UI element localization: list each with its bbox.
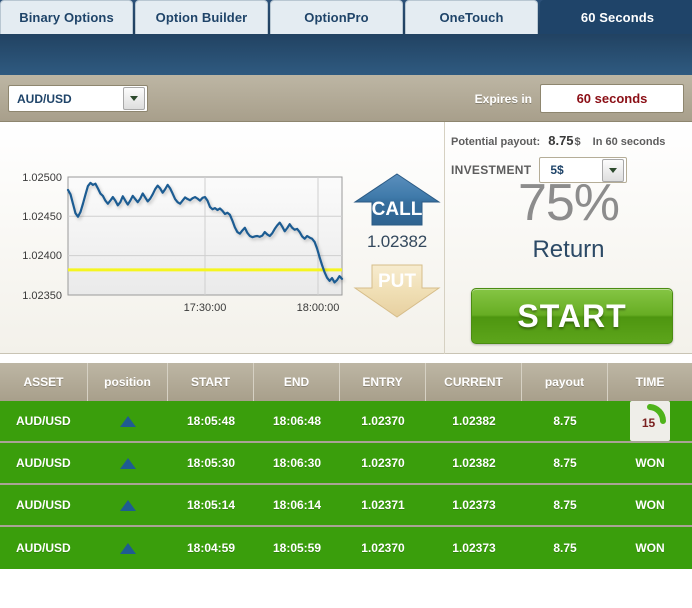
return-percent: 75%: [517, 174, 620, 232]
potential-payout-label: Potential payout:: [451, 136, 541, 148]
table-header-asset: ASSET: [0, 363, 88, 401]
cell-payout: 8.75: [553, 414, 577, 428]
cell-position: [88, 527, 168, 569]
cell-start-time: 18:05:48: [186, 414, 236, 428]
asset-dropdown-button[interactable]: [123, 87, 145, 110]
cell-asset: AUD/USD: [16, 414, 71, 428]
cell-payout: 8.75: [553, 456, 577, 470]
asset-select-value: AUD/USD: [17, 91, 72, 106]
cell-entry-price: 1.02371: [361, 498, 405, 512]
cell-end-time: 18:05:59: [272, 541, 322, 555]
call-button[interactable]: CALL: [352, 172, 442, 228]
cell-current-price: 1.02373: [452, 498, 496, 512]
chevron-down-icon: [609, 167, 618, 173]
current-price: 1.02382: [366, 232, 428, 251]
chart-ytick-label: 1.02500: [22, 172, 62, 184]
cell-position: [88, 443, 168, 483]
table-header-entry: ENTRY: [340, 363, 426, 401]
tab-bar: Binary Options Option Builder OptionPro …: [0, 0, 692, 75]
cell-time: 15: [608, 401, 692, 441]
main-panel: 1.02500 1.02450 1.02400 1.02350 17:30:00…: [0, 122, 692, 354]
cell-end-time: 18:06:14: [272, 498, 322, 512]
chart-xtick-label: 18:00:00: [297, 302, 340, 314]
potential-payout-value: 8.75: [548, 133, 574, 148]
cell-current-price: 1.02382: [452, 414, 496, 428]
cell-end-time: 18:06:30: [272, 456, 322, 470]
table-row[interactable]: AUD/USD 18:05:30 18:06:30 1.02370 1.02382 8.7…: [0, 443, 692, 485]
trading-platform-window: Binary Options Option Builder OptionPro …: [0, 0, 692, 608]
tab-60-seconds[interactable]: 60 Seconds: [540, 0, 692, 34]
asset-select[interactable]: AUD/USD: [8, 85, 148, 112]
expires-in-value[interactable]: 60 seconds: [540, 84, 684, 113]
tab-optionpro[interactable]: OptionPro: [270, 0, 403, 34]
potential-payout-currency: $: [574, 136, 581, 148]
chevron-down-icon: [130, 96, 138, 101]
cell-position: [88, 401, 168, 441]
cell-start-time: 18:05:14: [186, 498, 236, 512]
table-header-time: TIME: [635, 375, 665, 389]
trades-table-header: ASSET position START END ENTRY CURRENT payout T…: [0, 363, 692, 401]
status-badge: WON: [635, 456, 665, 470]
expires-in-label: Expires in: [474, 92, 532, 106]
start-button-label: START: [517, 297, 627, 334]
tab-onetouch[interactable]: OneTouch: [405, 0, 538, 34]
table-row[interactable]: AUD/USD 18:05:14 18:06:14 1.02371 1.02373 8.7…: [0, 485, 692, 527]
cell-start-time: 18:05:30: [186, 456, 236, 470]
tab-binary-options[interactable]: Binary Options: [0, 0, 133, 34]
tab-label: Binary Options: [19, 10, 114, 25]
start-button[interactable]: START: [471, 288, 673, 344]
tab-label: Option Builder: [155, 10, 248, 25]
tab-list: Binary Options Option Builder OptionPro …: [0, 0, 692, 34]
status-badge: WON: [635, 498, 665, 512]
arrow-up-icon: [120, 457, 136, 469]
tab-label: OptionPro: [304, 10, 369, 25]
cell-current-price: 1.02382: [452, 456, 496, 470]
tab-label: OneTouch: [439, 10, 504, 25]
cell-end-time: 18:06:48: [272, 414, 322, 428]
trades-table-body: AUD/USD 18:05:48 18:06:48 1.02370 1.02382 8.7…: [0, 401, 692, 569]
table-header-current: CURRENT: [426, 363, 522, 401]
tab-label: 60 Seconds: [580, 10, 655, 25]
table-row[interactable]: AUD/USD 18:05:48 18:06:48 1.02370 1.02382 8.7…: [0, 401, 692, 443]
cell-entry-price: 1.02370: [361, 541, 405, 555]
table-row[interactable]: AUD/USD 18:04:59 18:05:59 1.02370 1.02373 8.7…: [0, 527, 692, 569]
cell-asset: AUD/USD: [16, 456, 71, 470]
table-header-start: START: [168, 363, 254, 401]
chart-ytick-label: 1.02350: [22, 290, 62, 302]
arrow-up-icon: [120, 542, 136, 554]
put-label: PUT: [378, 271, 416, 292]
chart-ytick-label: 1.02400: [22, 250, 62, 262]
cell-payout: 8.75: [553, 541, 577, 555]
trade-settings-panel: Potential payout: 8.75 $ In 60 seconds I…: [445, 122, 692, 354]
tab-option-builder[interactable]: Option Builder: [135, 0, 268, 34]
cell-position: [88, 485, 168, 525]
toolbar: AUD/USD Expires in 60 seconds: [0, 75, 692, 122]
call-put-controls: CALL 1.02382 PUT: [352, 172, 442, 332]
countdown-seconds: 15: [641, 416, 656, 430]
chart-ytick-label: 1.02450: [22, 211, 62, 223]
chart-xtick-label: 17:30:00: [184, 302, 227, 314]
table-header-end: END: [254, 363, 340, 401]
cell-entry-price: 1.02370: [361, 456, 405, 470]
cell-payout: 8.75: [553, 498, 577, 512]
cell-entry-price: 1.02370: [361, 414, 405, 428]
trades-table: ASSET position START END ENTRY CURRENT payout T…: [0, 363, 692, 569]
cell-start-time: 18:04:59: [186, 541, 236, 555]
potential-payout-row: Potential payout: 8.75 $ In 60 seconds: [451, 133, 691, 148]
cell-current-price: 1.02373: [452, 541, 496, 555]
in-seconds-label: In 60 seconds: [592, 136, 666, 148]
return-label: Return: [532, 236, 605, 263]
arrow-up-icon: [120, 415, 136, 427]
countdown-timer: 15: [630, 401, 670, 441]
status-badge: WON: [635, 541, 665, 555]
table-header-payout: payout: [522, 363, 608, 401]
arrow-up-icon: [120, 499, 136, 511]
cell-asset: AUD/USD: [16, 498, 71, 512]
put-button[interactable]: PUT: [352, 262, 442, 320]
cell-asset: AUD/USD: [16, 541, 71, 555]
table-header-position: position: [88, 363, 168, 401]
call-label: CALL: [372, 199, 423, 220]
